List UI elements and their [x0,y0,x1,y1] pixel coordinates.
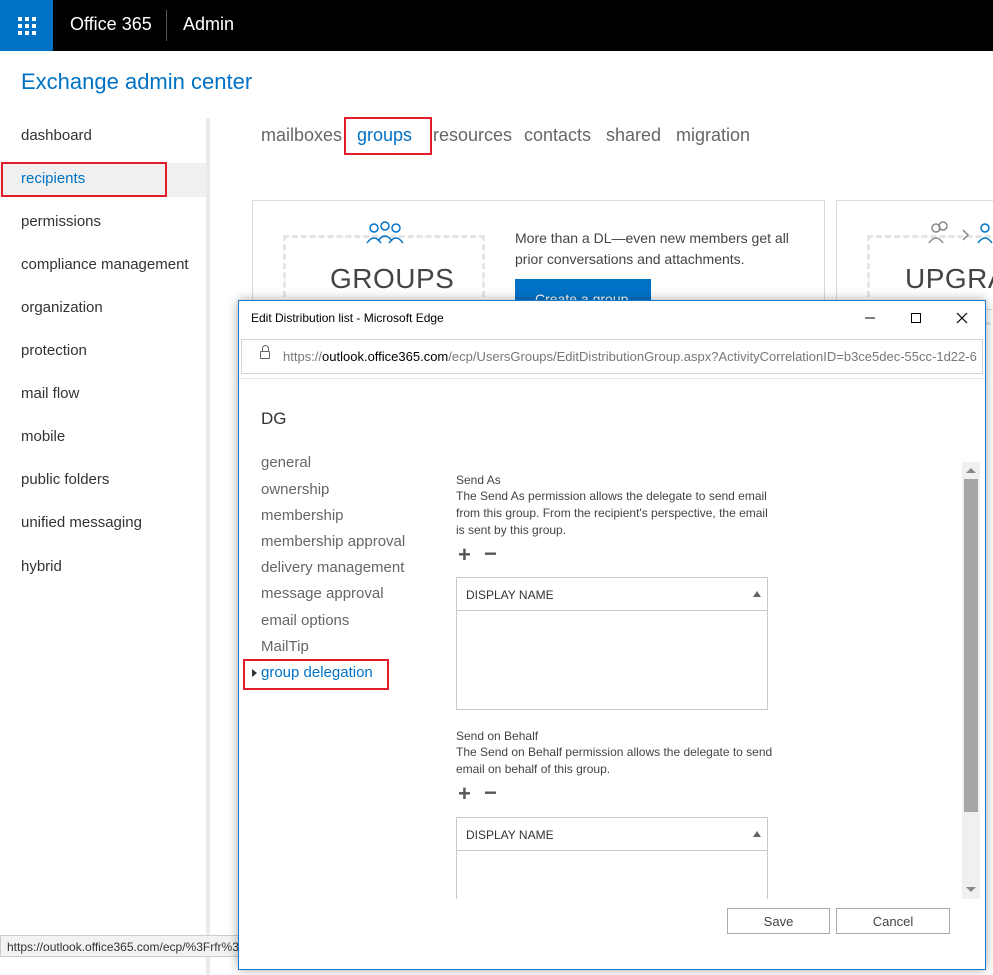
send-on-behalf-description: The Send on Behalf permission allows the… [456,745,773,776]
save-button[interactable]: Save [727,908,830,934]
upgrade-people-icon [928,221,993,244]
minimize-button[interactable] [847,305,893,331]
nav-item-hybrid[interactable]: hybrid [21,558,62,575]
send-as-title: Send As [456,473,501,487]
send-on-behalf-column-header[interactable]: DISPLAY NAME [457,818,767,851]
sort-ascending-icon [753,831,761,837]
app-title: Exchange admin center [21,69,253,94]
nav-item-permissions[interactable]: permissions [21,213,101,230]
maximize-button[interactable] [893,305,939,331]
dialog-nav-general[interactable]: general [261,454,311,471]
dialog-nav-ownership[interactable]: ownership [261,481,329,498]
highlight-box-groups [344,117,432,155]
tab-migration[interactable]: migration [676,125,750,146]
highlight-box-recipients [1,162,167,197]
nav-item-public-folders[interactable]: public folders [21,471,109,488]
group-name-title: DG [261,409,287,428]
send-on-behalf-remove-button[interactable]: − [484,780,497,806]
close-icon [956,312,968,324]
maximize-icon [911,313,921,323]
nav-item-mail-flow[interactable]: mail flow [21,385,79,402]
left-nav [0,118,210,975]
nav-item-protection[interactable]: protection [21,342,87,359]
app-launcher-button[interactable] [0,0,53,51]
scrollbar-thumb[interactable] [964,479,978,812]
lock-icon [260,345,270,359]
upgrade-card-title: UPGRA [905,263,993,294]
nav-item-compliance-management[interactable]: compliance management [21,256,189,273]
sort-ascending-icon [753,591,761,597]
window-title: Edit Distribution list - Microsoft Edge [251,311,444,325]
send-as-add-button[interactable]: + [458,542,471,568]
brand-link[interactable]: Office 365 [70,14,152,35]
column-label: DISPLAY NAME [466,828,554,842]
tab-mailboxes[interactable]: mailboxes [261,125,342,146]
vertical-scrollbar[interactable] [962,462,980,899]
upgrade-card: UPGRA [836,200,993,325]
minimize-icon [865,317,875,319]
dialog-nav-membership-approval[interactable]: membership approval [261,533,405,550]
send-on-behalf-add-button[interactable]: + [458,781,471,807]
waffle-icon [17,16,36,35]
highlight-box-group-delegation [243,659,389,690]
nav-item-mobile[interactable]: mobile [21,428,65,445]
close-button[interactable] [939,305,985,331]
nav-item-dashboard[interactable]: dashboard [21,127,92,144]
groups-card-text: More than a DL—even new members get all … [515,230,789,267]
top-bar: Office 365 Admin [0,0,993,51]
dialog-nav-message-approval[interactable]: message approval [261,585,384,602]
people-icon [366,221,404,244]
address-url: https://outlook.office365.com/ecp/UsersG… [283,349,977,364]
send-as-grid[interactable]: DISPLAY NAME [456,577,768,710]
dialog-nav-email-options[interactable]: email options [261,612,349,629]
tab-shared[interactable]: shared [606,125,661,146]
send-as-description: The Send As permission allows the delega… [456,489,768,537]
divider [239,378,985,379]
cancel-button[interactable]: Cancel [836,908,950,934]
send-on-behalf-title: Send on Behalf [456,729,539,743]
window-titlebar: Edit Distribution list - Microsoft Edge [239,301,985,334]
tab-resources[interactable]: resources [433,125,512,146]
status-bar-url: https://outlook.office365.com/ecp/%3Frfr… [0,935,240,957]
edit-distribution-list-window: Edit Distribution list - Microsoft Edge … [238,300,986,970]
nav-item-organization[interactable]: organization [21,299,103,316]
dialog-nav-membership[interactable]: membership [261,507,344,524]
column-label: DISPLAY NAME [466,588,554,602]
divider [166,10,167,41]
send-as-column-header[interactable]: DISPLAY NAME [457,578,767,611]
send-on-behalf-grid[interactable]: DISPLAY NAME [456,817,768,899]
send-as-remove-button[interactable]: − [484,541,497,567]
groups-card-title: GROUPS [330,263,455,294]
tab-contacts[interactable]: contacts [524,125,591,146]
scroll-up-icon[interactable] [966,468,976,473]
scroll-down-icon[interactable] [966,887,976,892]
dialog-nav-mailtip[interactable]: MailTip [261,638,309,655]
section-title[interactable]: Admin [183,14,234,35]
dialog-nav-delivery-management[interactable]: delivery management [261,559,404,576]
nav-item-unified-messaging[interactable]: unified messaging [21,514,142,531]
address-bar[interactable]: https://outlook.office365.com/ecp/UsersG… [241,339,983,374]
